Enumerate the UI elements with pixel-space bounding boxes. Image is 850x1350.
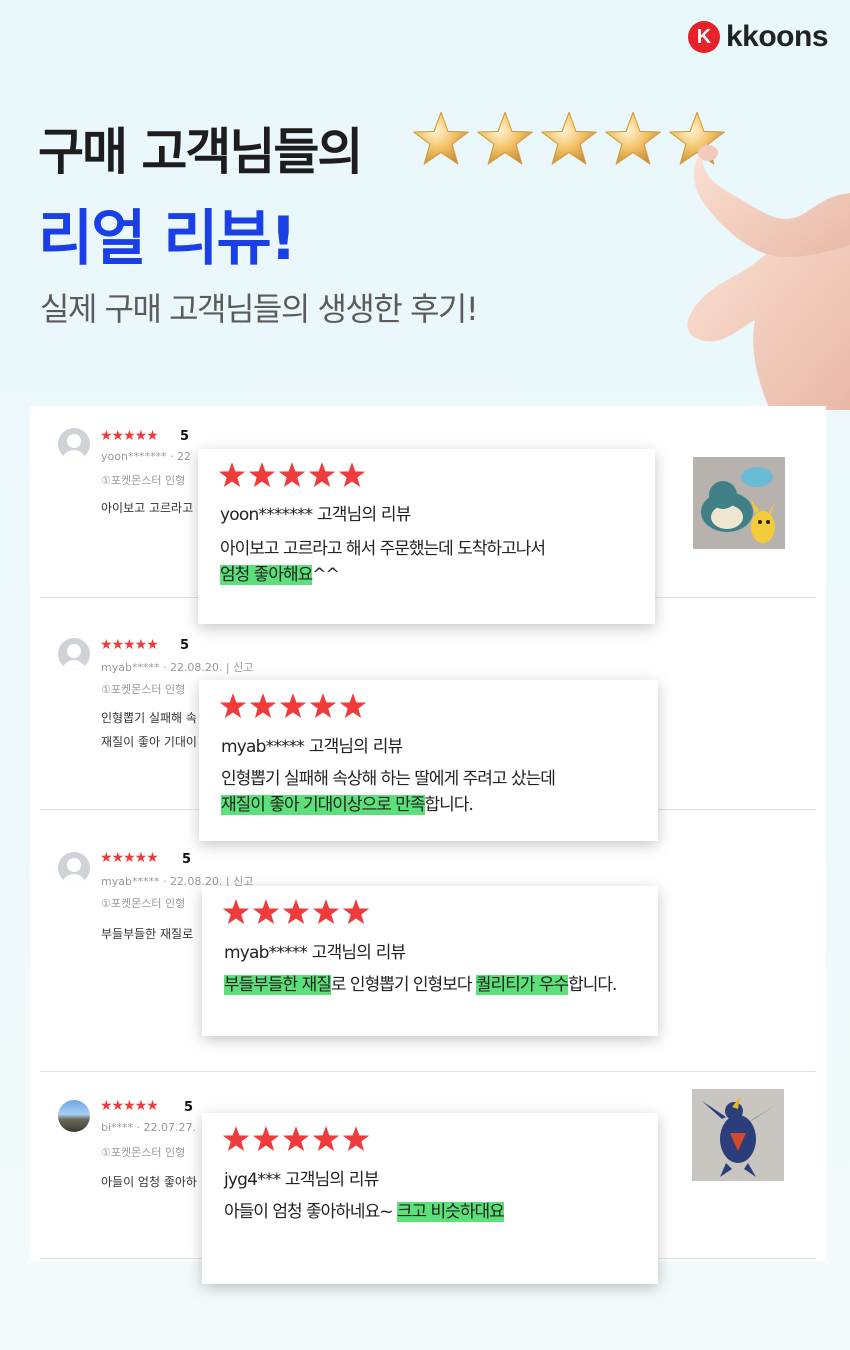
star-icon xyxy=(222,1126,250,1152)
card-reviewer: jyg4*** 고객님의 리뷰 xyxy=(224,1170,379,1190)
hero-headline: 리얼 리뷰! xyxy=(38,204,297,274)
product-option: ①포켓몬스터 인형 xyxy=(101,683,186,696)
star-icon xyxy=(252,1126,280,1152)
card-text-plain: 아들이 엄청 좋아하네요~ xyxy=(224,1202,397,1222)
product-option: ①포켓몬스터 인형 xyxy=(101,1146,186,1159)
rating-stars: ★★★★★ xyxy=(100,428,159,444)
highlighted-phrase: 크고 비슷하대요 xyxy=(396,1202,505,1222)
card-rating-stars xyxy=(222,898,370,926)
review-meta: bi**** · 22.07.27. xyxy=(101,1121,197,1134)
star-icon xyxy=(219,693,247,719)
product-option: ①포켓몬스터 인형 xyxy=(101,897,186,910)
card-rating-stars xyxy=(222,1125,370,1153)
card-text-rest: 합니다. xyxy=(568,975,617,995)
review-body-line: 재질이 좋아 기대이 xyxy=(101,735,197,749)
card-rating-stars xyxy=(219,692,367,720)
star-icon xyxy=(308,462,336,488)
card-review-line: 아이보고 고르라고 해서 주문했는데 도착하고나서 xyxy=(220,539,546,559)
star-icon xyxy=(312,1126,340,1152)
card-rating-stars xyxy=(218,461,366,489)
card-review-line: 인형뽑기 실패해 속상해 하는 딸에게 주려고 샀는데 xyxy=(221,769,556,789)
rating-score: 5 xyxy=(180,429,190,444)
product-option: ①포켓몬스터 인형 xyxy=(101,474,186,487)
card-review-line: 아들이 엄청 좋아하네요~ 크고 비슷하대요 xyxy=(224,1199,505,1226)
card-reviewer: myab***** 고객님의 리뷰 xyxy=(221,737,403,757)
highlighted-phrase: 부들부들한 재질 xyxy=(224,975,332,995)
divider xyxy=(40,1071,816,1072)
rating-stars: ★★★★★ xyxy=(100,637,159,653)
star-icon xyxy=(248,462,276,488)
highlighted-phrase: 엄청 좋아해요 xyxy=(220,565,313,585)
star-icon xyxy=(222,899,250,925)
star-icon xyxy=(312,899,340,925)
card-review-line: 부들부들한 재질로 인형뽑기 인형보다 퀄리티가 우수합니다. xyxy=(224,972,617,999)
rating-score: 5 xyxy=(180,638,190,653)
star-icon xyxy=(282,1126,310,1152)
card-review-line: 엄청 좋아해요^^ xyxy=(220,562,340,589)
card-reviewer: myab***** 고객님의 리뷰 xyxy=(224,943,406,963)
star-icon xyxy=(309,693,337,719)
star-icon xyxy=(282,899,310,925)
user-avatar xyxy=(58,1100,90,1132)
hero-title: 구매 고객님들의 xyxy=(38,123,363,181)
review-photo-thumbnail[interactable] xyxy=(693,457,785,549)
review-body-line: 인형뽑기 실패해 속 xyxy=(101,711,197,725)
review-highlight-card: myab***** 고객님의 리뷰 인형뽑기 실패해 속상해 하는 딸에게 주려… xyxy=(199,680,658,841)
card-reviewer: yoon******* 고객님의 리뷰 xyxy=(220,505,411,525)
gold-star-icon xyxy=(413,111,469,165)
star-icon xyxy=(279,693,307,719)
gold-star-icon xyxy=(541,111,597,165)
star-icon xyxy=(339,693,367,719)
user-avatar xyxy=(58,428,90,460)
card-text-rest: ^^ xyxy=(312,565,339,585)
brand-name: kkoons xyxy=(725,20,829,53)
review-page: K kkoons 구매 고객님들의 리얼 리뷰! 실제 구매 고객님들의 생생한… xyxy=(0,0,850,1350)
star-icon xyxy=(342,899,370,925)
gold-star-icon xyxy=(605,111,661,165)
highlighted-phrase: 퀄리티가 우수 xyxy=(475,975,569,995)
star-icon xyxy=(342,1126,370,1152)
star-icon xyxy=(249,693,277,719)
review-body: 아이보고 고르라고 xyxy=(101,501,194,515)
user-avatar xyxy=(58,638,90,670)
star-icon xyxy=(338,462,366,488)
rating-stars: ★★★★★ xyxy=(100,1098,159,1114)
review-highlight-card: myab***** 고객님의 리뷰 부들부들한 재질로 인형뽑기 인형보다 퀄리… xyxy=(202,886,658,1036)
star-icon xyxy=(252,899,280,925)
review-body: 아들이 엄청 좋아하 xyxy=(101,1175,197,1189)
rating-stars: ★★★★★ xyxy=(100,850,159,866)
hand-illustration xyxy=(687,145,850,410)
review-highlight-card: yoon******* 고객님의 리뷰 아이보고 고르라고 해서 주문했는데 도… xyxy=(198,449,655,624)
review-body: 부들부들한 재질로 xyxy=(101,927,194,941)
review-meta: myab***** · 22.08.20. | 신고 xyxy=(101,661,254,674)
review-photo-thumbnail[interactable] xyxy=(692,1089,784,1181)
card-review-line: 재질이 좋아 기대이상으로 만족합니다. xyxy=(221,792,474,819)
review-highlight-card: jyg4*** 고객님의 리뷰 아들이 엄청 좋아하네요~ 크고 비슷하대요 xyxy=(202,1113,658,1284)
review-meta: yoon******* · 22 xyxy=(101,450,191,463)
rating-score: 5 xyxy=(184,1100,194,1115)
star-icon xyxy=(218,462,246,488)
card-text-rest: 합니다. xyxy=(424,795,474,815)
rating-score: 5 xyxy=(182,852,192,867)
card-text-rest: 로 인형뽑기 인형보다 xyxy=(330,975,476,995)
star-icon xyxy=(278,462,306,488)
highlighted-phrase: 재질이 좋아 기대이상으로 만족 xyxy=(221,795,426,815)
brand-logo-mark: K xyxy=(687,21,720,53)
brand-logo[interactable]: K kkoons xyxy=(687,20,829,54)
user-avatar xyxy=(58,852,90,884)
hero-subtitle: 실제 구매 고객님들의 생생한 후기! xyxy=(40,290,479,328)
gold-star-icon xyxy=(477,111,533,165)
